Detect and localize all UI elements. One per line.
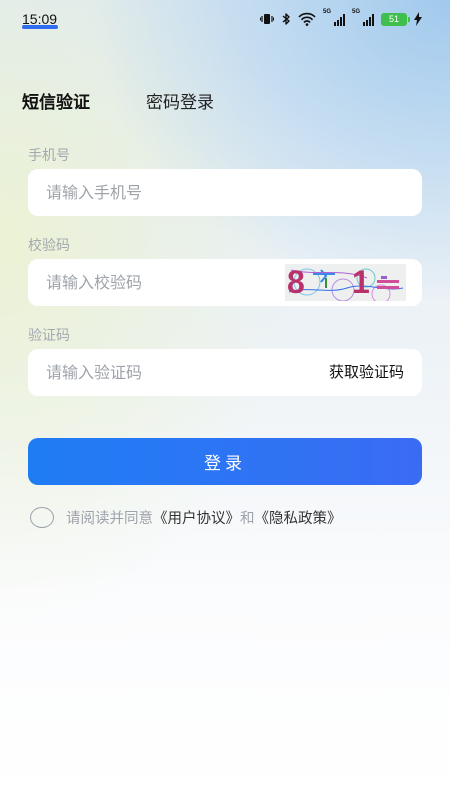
captcha-input[interactable]: 请输入校验码 8 1 [28,259,422,306]
login-button[interactable]: 登录 [28,438,422,485]
network-type-label: 5G [323,9,332,15]
status-bar: 15:09 5G 5G 51 [0,0,450,40]
sms-code-input[interactable]: 请输入验证码 获取验证码 [28,349,422,396]
captcha-char: 1 [352,264,370,300]
privacy-policy-link[interactable]: 《隐私政策》 [255,507,342,528]
tab-sms-verification[interactable]: 短信验证 [22,88,90,113]
phone-placeholder: 请输入手机号 [46,183,143,202]
phone-input[interactable]: 请输入手机号 [28,169,422,216]
tab-password-login[interactable]: 密码登录 [146,88,214,113]
captcha-label: 校验码 [28,238,70,254]
vibrate-icon [260,14,274,24]
charging-icon [414,12,422,26]
battery-icon: 51 [381,12,410,26]
captcha-placeholder: 请输入校验码 [46,273,143,292]
agreement-and: 和 [240,510,255,527]
sms-code-label: 验证码 [28,328,70,344]
get-code-button[interactable]: 获取验证码 [329,349,404,396]
wifi-icon [298,12,316,26]
captcha-image[interactable]: 8 1 [285,264,406,301]
active-tab-indicator [22,25,58,29]
network-type-label: 5G [352,9,361,15]
agreement-row: 请阅读并同意 《用户协议》 和 《隐私政策》 [30,506,342,528]
agreement-checkbox[interactable] [30,506,54,528]
user-agreement-link[interactable]: 《用户协议》 [153,507,240,528]
signal-icon: 5G [352,9,374,26]
sms-code-placeholder: 请输入验证码 [46,363,143,382]
bluetooth-icon [282,13,290,25]
signal-icon: 5G [323,9,345,26]
agreement-prefix: 请阅读并同意 [66,510,153,527]
phone-label: 手机号 [28,148,70,164]
status-icons: 5G 5G 51 [260,9,422,26]
battery-level: 51 [388,13,399,24]
captcha-char: 8 [287,264,305,300]
